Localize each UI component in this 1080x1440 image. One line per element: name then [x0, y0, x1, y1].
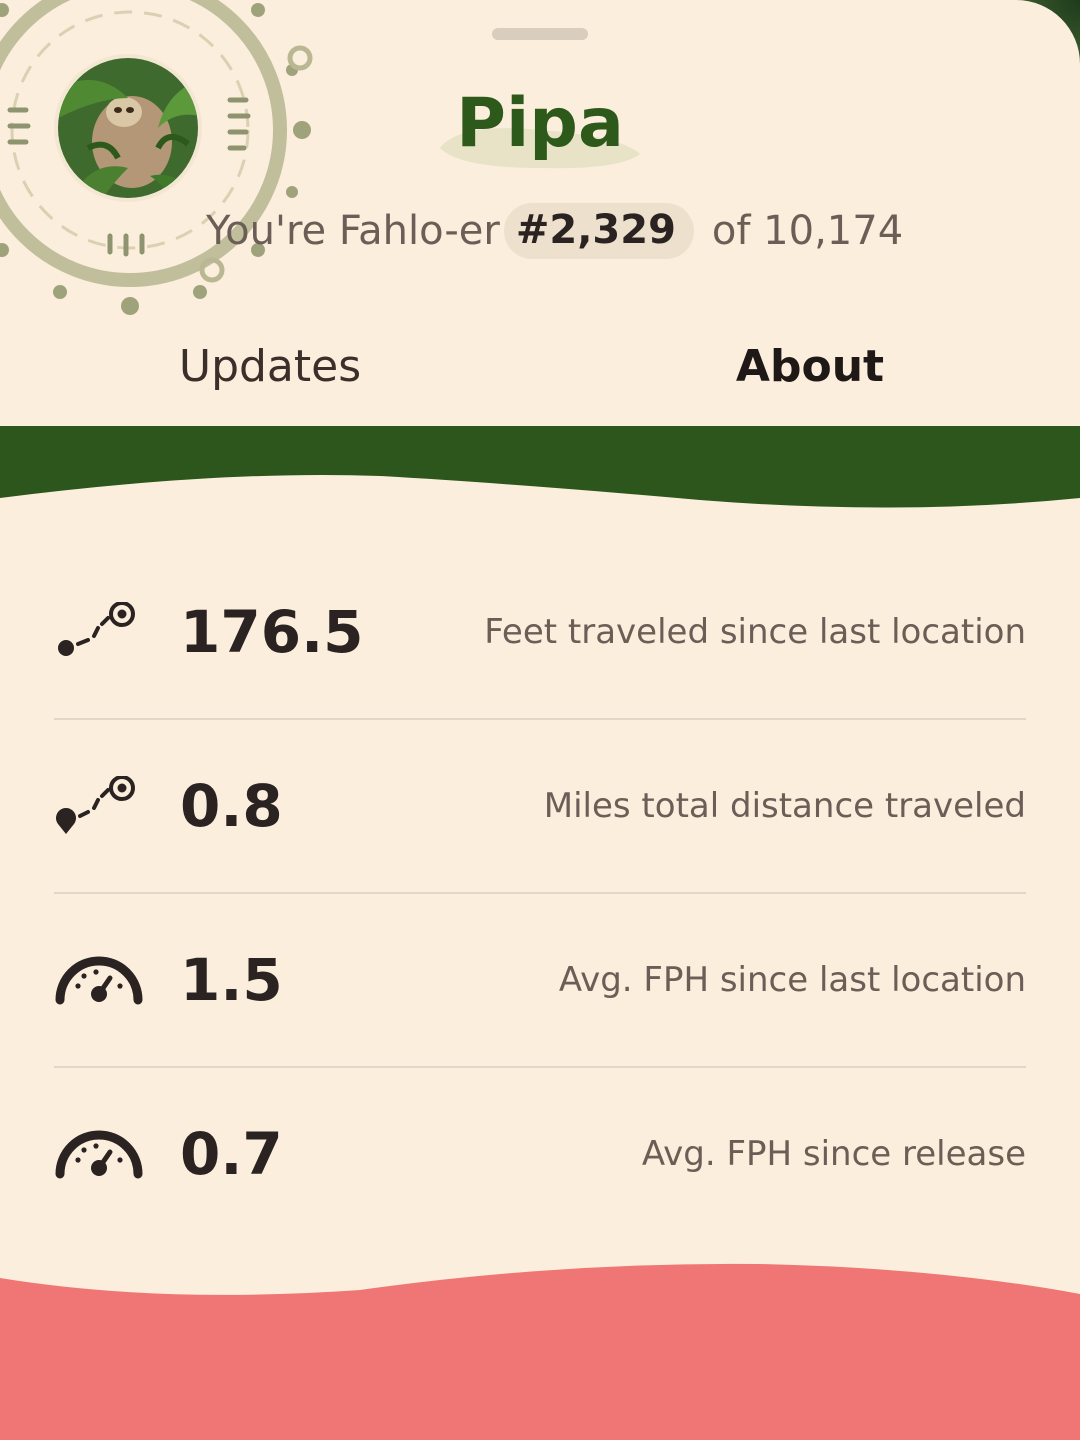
- green-wave-band: [0, 426, 1080, 508]
- speedometer-icon: [55, 956, 143, 1005]
- profile-name: Pipa: [456, 84, 624, 163]
- rank-prefix: You're Fahlo-er: [206, 208, 500, 254]
- stat-label: Avg. FPH since release: [641, 1134, 1026, 1174]
- stat-row-fph-since-last: 1.5 Avg. FPH since last location: [54, 894, 1026, 1068]
- route-target-icon: [58, 602, 135, 656]
- stats-list: 176.5 Feet traveled since last location …: [54, 546, 1026, 1242]
- profile-sheet: Pipa You're Fahlo-er #2,329 of 10,174 Up…: [0, 0, 1080, 1440]
- stat-value: 0.8: [180, 772, 283, 840]
- rank-line: You're Fahlo-er #2,329 of 10,174: [206, 200, 903, 262]
- stat-row-fph-since-release: 0.7 Avg. FPH since release: [54, 1068, 1026, 1242]
- stat-label: Avg. FPH since last location: [558, 960, 1026, 1000]
- rank-badge: #2,329: [503, 203, 694, 259]
- stat-label: Miles total distance traveled: [543, 786, 1026, 826]
- tab-updates[interactable]: Updates: [100, 326, 440, 406]
- pink-wave-band: [0, 1263, 1080, 1440]
- avatar[interactable]: [54, 54, 202, 202]
- tab-bar: Updates About: [0, 326, 1080, 436]
- rank-total: of 10,174: [711, 208, 904, 254]
- stat-row-miles-total: 0.8 Miles total distance traveled: [54, 720, 1026, 894]
- stat-label: Feet traveled since last location: [484, 612, 1026, 652]
- stat-value: 176.5: [180, 598, 364, 666]
- speedometer-icon: [55, 1130, 143, 1179]
- stat-value: 1.5: [180, 946, 283, 1014]
- profile-name-block: Pipa: [430, 70, 650, 180]
- stat-row-feet-since-last: 176.5 Feet traveled since last location: [54, 546, 1026, 720]
- drag-handle[interactable]: [492, 28, 588, 40]
- tab-about[interactable]: About: [600, 326, 1020, 406]
- route-pin-target-icon: [56, 776, 135, 834]
- stat-value: 0.7: [180, 1120, 283, 1188]
